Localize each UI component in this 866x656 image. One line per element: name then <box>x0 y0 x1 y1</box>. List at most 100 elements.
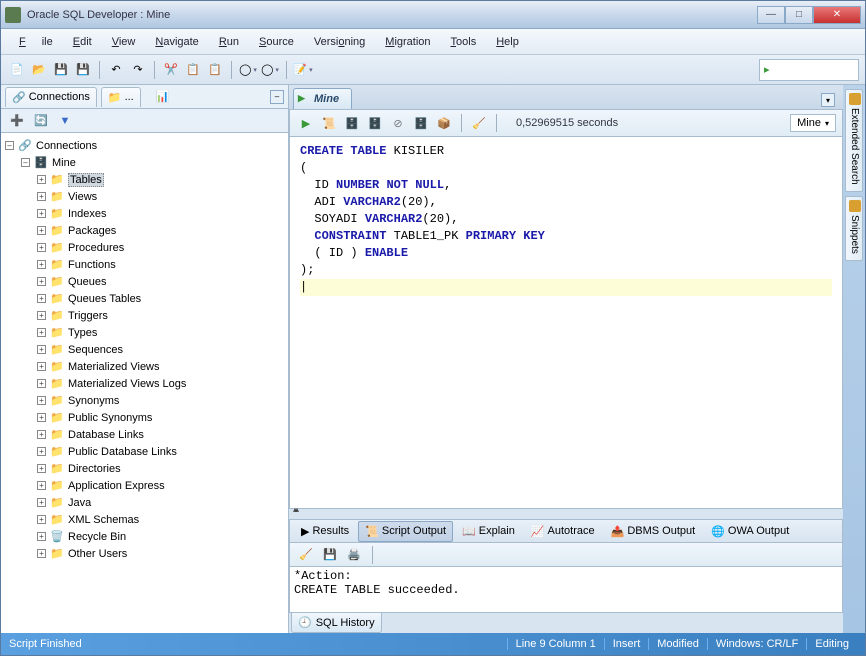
commit-icon[interactable]: 🗄️ <box>342 113 362 133</box>
tab-explain[interactable]: 📖Explain <box>455 521 522 542</box>
expander-icon[interactable]: + <box>37 515 46 524</box>
expander-icon[interactable]: – <box>21 158 30 167</box>
cut-icon[interactable]: ✂️ <box>161 60 181 80</box>
connections-tree[interactable]: –🔗Connections–🗄️Mine+📁Tables+📁Views+📁Ind… <box>1 133 288 633</box>
redo-icon[interactable]: ↷ <box>128 60 148 80</box>
menu-file[interactable]: File <box>11 32 61 52</box>
menu-view[interactable]: View <box>104 32 144 52</box>
save-all-icon[interactable]: 💾 <box>73 60 93 80</box>
tree-node-packages[interactable]: +📁Packages <box>3 222 286 239</box>
print-output-icon[interactable]: 🖨️ <box>344 545 364 565</box>
panel-extended-search[interactable]: Extended Search <box>845 89 863 192</box>
expander-icon[interactable]: + <box>37 362 46 371</box>
clear-icon[interactable]: 🧹 <box>469 113 489 133</box>
cancel-icon[interactable]: ⊘ <box>388 113 408 133</box>
expander-icon[interactable]: + <box>37 464 46 473</box>
tree-node-queues[interactable]: +📁Queues <box>3 273 286 290</box>
refresh-icon[interactable]: 🔄 <box>31 111 51 131</box>
open-icon[interactable]: 📂 <box>29 60 49 80</box>
minimize-button[interactable]: — <box>757 6 785 24</box>
tab-owa-output[interactable]: 🌐OWA Output <box>704 521 796 542</box>
menu-run[interactable]: Run <box>211 32 247 52</box>
tree-node-application-express[interactable]: +📁Application Express <box>3 477 286 494</box>
undo-icon[interactable]: ↶ <box>106 60 126 80</box>
output-body[interactable]: *Action:CREATE TABLE succeeded. <box>289 567 843 613</box>
expander-icon[interactable]: + <box>37 209 46 218</box>
forward-dropdown[interactable]: ◯ <box>260 60 280 80</box>
connection-selector[interactable]: Mine▾ <box>790 114 836 132</box>
search-box[interactable]: ▸ <box>759 59 859 81</box>
expander-icon[interactable]: – <box>5 141 14 150</box>
tab-worksheet-mine[interactable]: Mine <box>293 88 352 109</box>
tree-node-queues-tables[interactable]: +📁Queues Tables <box>3 290 286 307</box>
splitter[interactable] <box>289 509 843 519</box>
tree-node-other-users[interactable]: +📁Other Users <box>3 545 286 562</box>
filter-icon[interactable]: ▼ <box>55 111 75 131</box>
menu-help[interactable]: Help <box>488 32 527 52</box>
sidebar-minimize-button[interactable]: – <box>270 90 284 104</box>
expander-icon[interactable]: + <box>37 481 46 490</box>
tab-script-output[interactable]: 📜Script Output <box>358 521 453 542</box>
tree-node-database-links[interactable]: +📁Database Links <box>3 426 286 443</box>
tab-connections[interactable]: 🔗 Connections <box>5 87 97 107</box>
expander-icon[interactable]: + <box>37 413 46 422</box>
expander-icon[interactable]: + <box>37 532 46 541</box>
tree-node-directories[interactable]: +📁Directories <box>3 460 286 477</box>
menu-migration[interactable]: Migration <box>377 32 438 52</box>
menu-source[interactable]: Source <box>251 32 302 52</box>
expander-icon[interactable]: + <box>37 328 46 337</box>
tree-node-java[interactable]: +📁Java <box>3 494 286 511</box>
sql-editor[interactable]: CREATE TABLE KISILER( ID NUMBER NOT NULL… <box>289 137 843 509</box>
clear-output-icon[interactable]: 🧹 <box>296 545 316 565</box>
expander-icon[interactable]: + <box>37 294 46 303</box>
menu-versioning[interactable]: Versioning <box>306 32 373 52</box>
tab-list-dropdown[interactable]: ▾ <box>821 93 835 107</box>
back-dropdown[interactable]: ◯ <box>238 60 258 80</box>
expander-icon[interactable]: + <box>37 498 46 507</box>
expander-icon[interactable]: + <box>37 260 46 269</box>
tree-node-xml-schemas[interactable]: +📁XML Schemas <box>3 511 286 528</box>
tree-node-synonyms[interactable]: +📁Synonyms <box>3 392 286 409</box>
save-output-icon[interactable]: 💾 <box>320 545 340 565</box>
expander-icon[interactable]: + <box>37 447 46 456</box>
expander-icon[interactable]: + <box>37 226 46 235</box>
tree-node-mine[interactable]: –🗄️Mine <box>3 154 286 171</box>
expander-icon[interactable]: + <box>37 277 46 286</box>
menu-navigate[interactable]: Navigate <box>147 32 206 52</box>
expander-icon[interactable]: + <box>37 243 46 252</box>
maximize-button[interactable]: □ <box>785 6 813 24</box>
tree-node-public-database-links[interactable]: +📁Public Database Links <box>3 443 286 460</box>
tree-node-views[interactable]: +📁Views <box>3 188 286 205</box>
tree-node-indexes[interactable]: +📁Indexes <box>3 205 286 222</box>
save-icon[interactable]: 💾 <box>51 60 71 80</box>
close-button[interactable]: ✕ <box>813 6 861 24</box>
tree-node-functions[interactable]: +📁Functions <box>3 256 286 273</box>
tab-files[interactable]: 📁 ... <box>101 87 141 107</box>
tree-node-triggers[interactable]: +📁Triggers <box>3 307 286 324</box>
copy-icon[interactable]: 📋 <box>183 60 203 80</box>
expander-icon[interactable]: + <box>37 549 46 558</box>
paste-icon[interactable]: 📋 <box>205 60 225 80</box>
expander-icon[interactable]: + <box>37 175 46 184</box>
tab-autotrace[interactable]: 📈Autotrace <box>524 521 602 542</box>
tree-node-public-synonyms[interactable]: +📁Public Synonyms <box>3 409 286 426</box>
expander-icon[interactable]: + <box>37 430 46 439</box>
tab-results[interactable]: ▶Results <box>294 521 356 542</box>
monitor-icon[interactable]: 🗄️ <box>411 113 431 133</box>
tree-node-types[interactable]: +📁Types <box>3 324 286 341</box>
tree-node-materialized-views-logs[interactable]: +📁Materialized Views Logs <box>3 375 286 392</box>
tree-node-connections[interactable]: –🔗Connections <box>3 137 286 154</box>
new-icon[interactable]: 📄 <box>7 60 27 80</box>
tree-node-materialized-views[interactable]: +📁Materialized Views <box>3 358 286 375</box>
run-statement-icon[interactable]: ▶ <box>296 113 316 133</box>
menu-edit[interactable]: Edit <box>65 32 100 52</box>
new-connection-icon[interactable]: ➕ <box>7 111 27 131</box>
explain-plan-icon[interactable]: 📦 <box>434 113 454 133</box>
panel-snippets[interactable]: Snippets <box>845 196 863 261</box>
expander-icon[interactable]: + <box>37 311 46 320</box>
tree-node-sequences[interactable]: +📁Sequences <box>3 341 286 358</box>
tab-dbms-output[interactable]: 📤DBMS Output <box>604 521 703 542</box>
sql-worksheet-dropdown[interactable]: 📝 <box>293 60 313 80</box>
tab-sql-history[interactable]: 🕘SQL History <box>291 613 382 633</box>
expander-icon[interactable]: + <box>37 192 46 201</box>
